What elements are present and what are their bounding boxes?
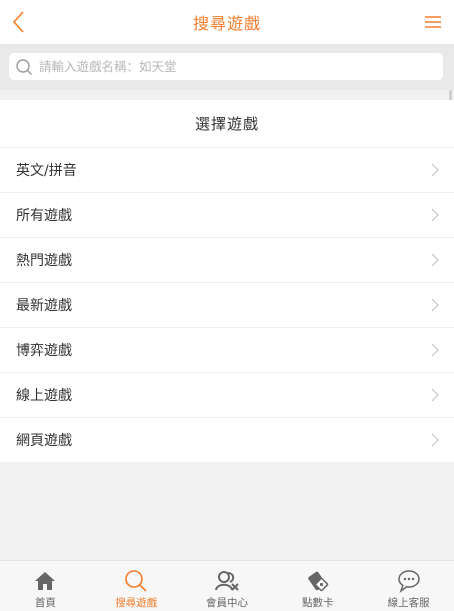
list-item-label: 線上遊戲 — [16, 388, 72, 404]
tab-label: 線上客服 — [387, 597, 430, 609]
bottom-tab-bar: 首頁 搜尋遊戲 會員中心 點數卡 線上客服 — [0, 560, 454, 611]
list-item-label: 博弈遊戲 — [16, 343, 72, 359]
list-item-hot-games[interactable]: 熱門遊戲 — [0, 238, 454, 283]
chevron-left-icon[interactable] — [6, 8, 34, 36]
list-heading: 選擇遊戲 — [0, 100, 454, 148]
list-item-new-games[interactable]: 最新遊戲 — [0, 283, 454, 328]
empty-area — [0, 462, 454, 560]
tab-label: 點數卡 — [302, 597, 334, 609]
game-category-list: 選擇遊戲 英文/拼音 所有遊戲 熱門遊戲 最新遊戲 博弈遊戲 線上遊戲 網頁遊戲 — [0, 100, 454, 462]
member-icon — [214, 571, 239, 591]
list-item-all-games[interactable]: 所有遊戲 — [0, 193, 454, 238]
chat-bubble-icon — [397, 570, 420, 594]
search-icon — [16, 58, 32, 75]
point-card-icon — [308, 571, 328, 592]
list-item-label: 網頁遊戲 — [16, 433, 72, 449]
chevron-right-icon — [431, 298, 439, 312]
chevron-right-icon — [431, 208, 439, 222]
list-item-online-games[interactable]: 線上遊戲 — [0, 373, 454, 418]
chevron-right-icon — [431, 433, 439, 447]
home-icon — [35, 572, 56, 590]
tab-online-support[interactable]: 線上客服 — [363, 561, 454, 611]
list-item-label: 所有遊戲 — [16, 208, 72, 224]
hamburger-menu-icon[interactable] — [422, 12, 444, 32]
list-item-label: 最新遊戲 — [16, 298, 72, 314]
list-item-label: 英文/拼音 — [16, 163, 77, 179]
tab-member-center[interactable]: 會員中心 — [182, 561, 273, 611]
list-item-web-games[interactable]: 網頁遊戲 — [0, 418, 454, 462]
list-item-label: 熱門遊戲 — [16, 253, 72, 269]
chevron-right-icon — [431, 343, 439, 357]
page-title: 搜尋遊戲 — [192, 14, 261, 33]
tab-point-card[interactable]: 點數卡 — [272, 561, 363, 611]
chevron-right-icon — [431, 388, 439, 402]
search-box[interactable] — [9, 53, 443, 80]
search-icon — [125, 570, 147, 592]
list-item-gambling-games[interactable]: 博弈遊戲 — [0, 328, 454, 373]
tab-label: 搜尋遊戲 — [115, 597, 158, 609]
top-header: 搜尋遊戲 — [0, 0, 454, 44]
chevron-right-icon — [431, 163, 439, 177]
tab-label: 首頁 — [34, 597, 56, 609]
tab-home[interactable]: 首頁 — [0, 561, 91, 611]
search-input[interactable] — [37, 58, 441, 75]
section-gap — [0, 90, 454, 100]
list-item-english-pinyin[interactable]: 英文/拼音 — [0, 148, 454, 193]
tab-label: 會員中心 — [205, 597, 248, 609]
tab-search-games[interactable]: 搜尋遊戲 — [91, 561, 182, 611]
chevron-right-icon — [431, 253, 439, 267]
search-bar — [0, 44, 454, 90]
